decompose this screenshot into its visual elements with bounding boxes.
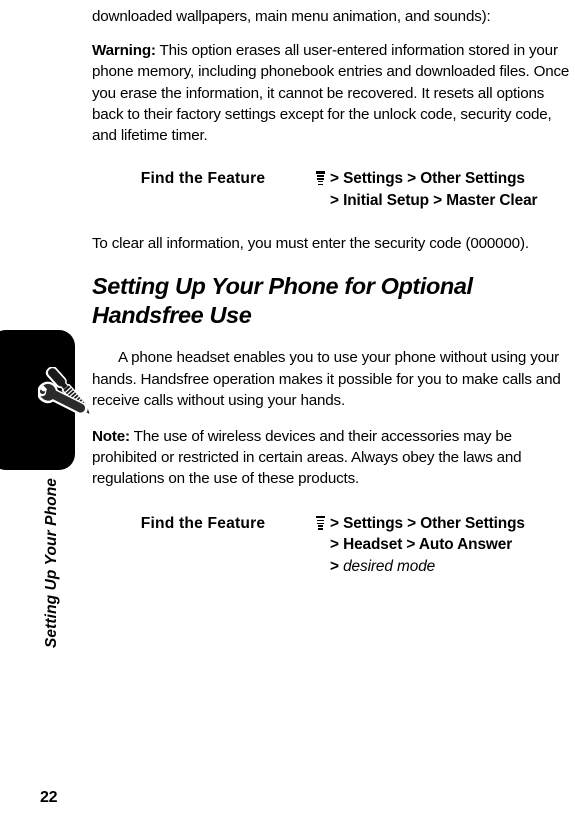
find-the-feature-label: Find the Feature (140, 514, 266, 532)
note-text: The use of wireless devices and their ac… (92, 428, 522, 488)
feature-path-prefix: > (330, 557, 344, 575)
note-label: Note: (92, 428, 130, 446)
feature-path-1: > Settings > Other Settings > Initial Se… (314, 168, 574, 211)
feature-path-line: > Headset > Auto Answer (330, 536, 513, 554)
section-heading: Setting Up Your Phone for Optional Hands… (92, 273, 473, 329)
find-the-feature-block-1: Find the Feature > Settings > Other Sett… (92, 168, 574, 211)
page-number: 22 (40, 789, 58, 806)
text-column: downloaded wallpapers, main menu animati… (92, 6, 574, 577)
note-paragraph: Note: The use of wireless devices and th… (92, 426, 574, 490)
menu-stack-icon (316, 515, 325, 530)
feature-path-variable: desired mode (343, 557, 436, 575)
clear-info-paragraph: To clear all information, you must enter… (92, 235, 529, 253)
find-the-feature-label: Find the Feature (140, 170, 266, 188)
warning-label: Warning: (92, 42, 156, 60)
feature-path-line: > Settings > Other Settings (316, 168, 574, 190)
warning-text: This option erases all user-entered info… (92, 42, 570, 145)
paragraph-continuation: downloaded wallpapers, main menu animati… (92, 8, 491, 25)
find-the-feature-block-2: Find the Feature > Settings > Other Sett… (92, 513, 574, 578)
menu-stack-icon (316, 171, 325, 186)
feature-path-line: > Settings > Other Settings (316, 513, 574, 535)
feature-path-line: > desired mode (316, 556, 574, 578)
wrench-screwdriver-icon (37, 366, 94, 429)
running-head-vertical: Setting Up Your Phone (43, 477, 60, 649)
feature-path-2: > Settings > Other Settings > Headset > … (314, 513, 574, 578)
feature-path-text: > Settings > Other Settings (330, 170, 525, 188)
feature-path-text: > Settings > Other Settings (330, 514, 525, 532)
handsfree-intro-paragraph: A phone headset enables you to use your … (92, 349, 561, 409)
feature-path-line: > Initial Setup > Master Clear (330, 191, 538, 209)
warning-paragraph: Warning: This option erases all user-ent… (92, 40, 574, 146)
manual-page: Setting Up Your Phone 22 downloaded wall… (0, 0, 575, 818)
